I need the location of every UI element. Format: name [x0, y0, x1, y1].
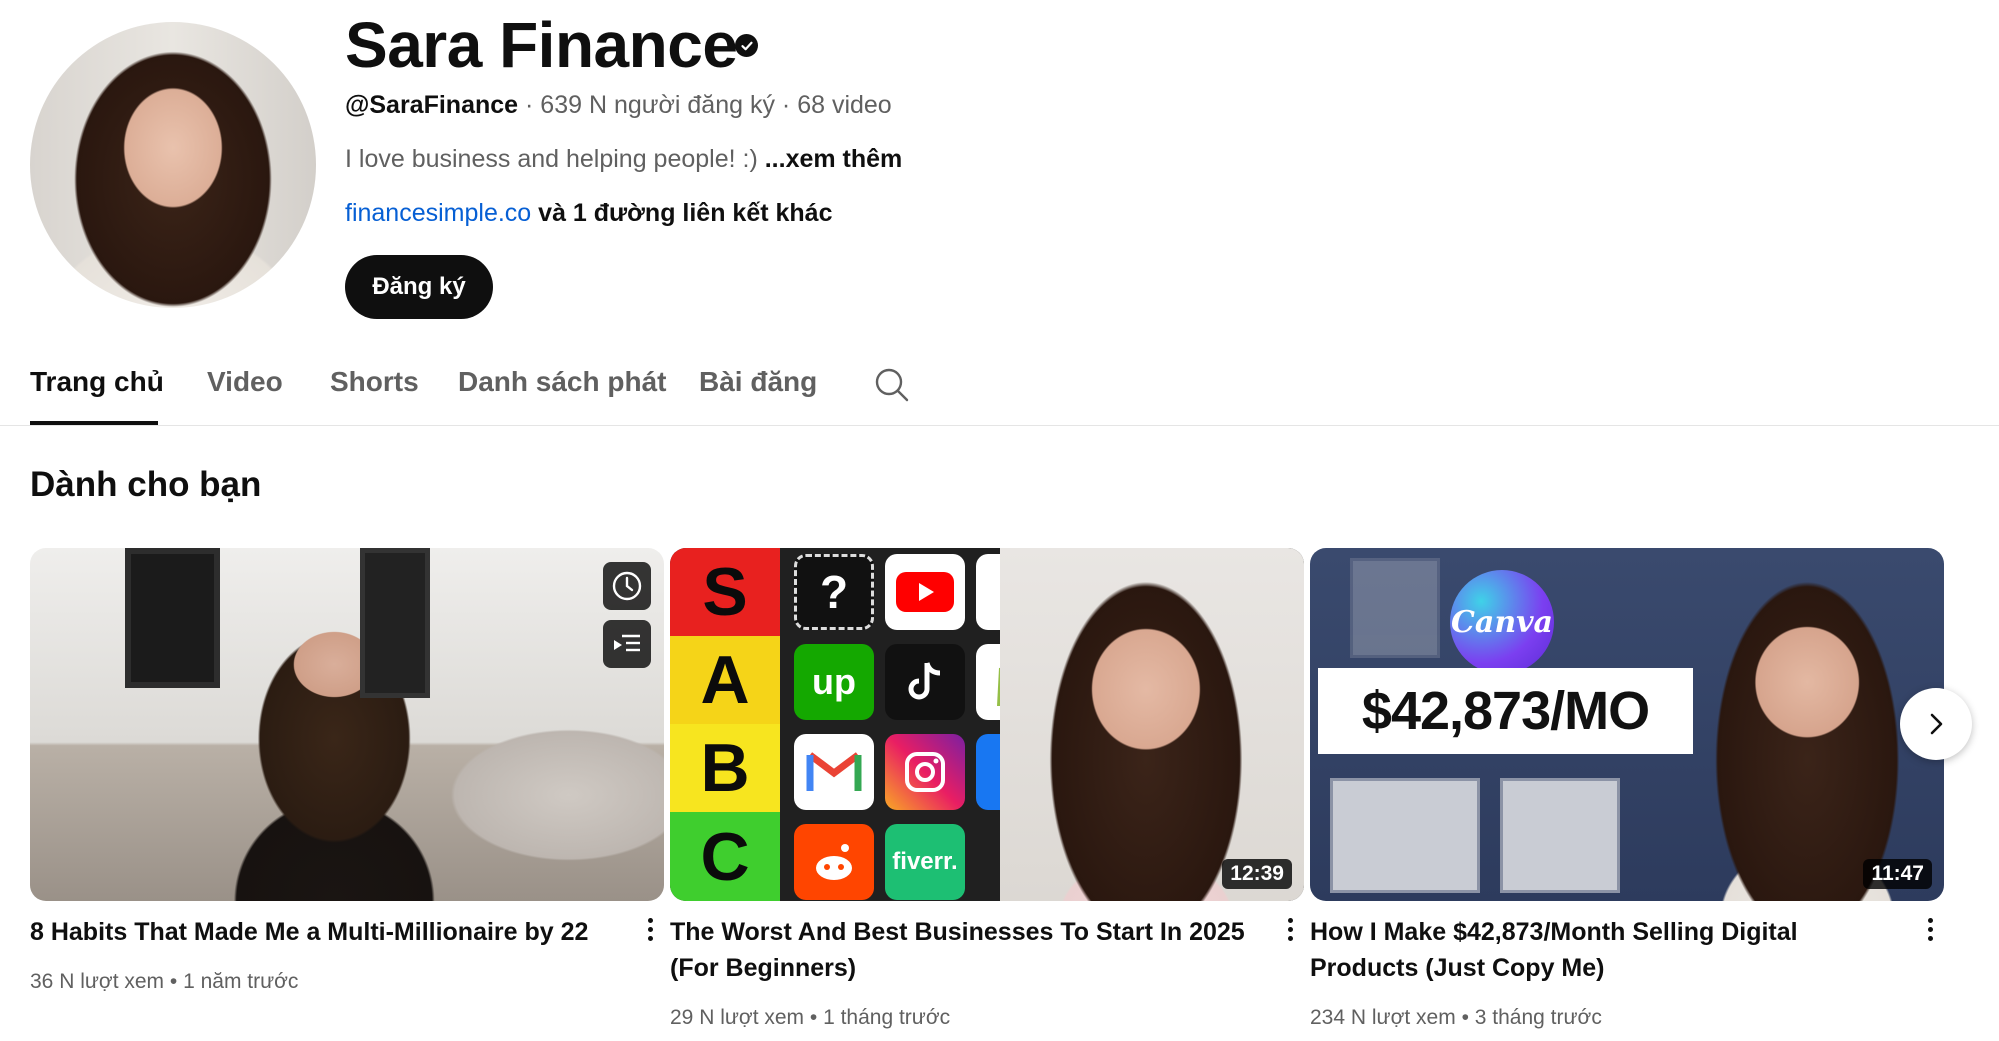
channel-meta: @SaraFinance · 639 N người đăng ký · 68 … — [345, 91, 892, 120]
active-tab-indicator — [30, 421, 158, 425]
meta-separator: • — [809, 1006, 818, 1029]
video-duration: 11:47 — [1863, 859, 1932, 889]
section-title: Dành cho bạn — [30, 465, 262, 504]
clock-icon[interactable] — [603, 562, 651, 610]
tier-label: S — [670, 548, 780, 636]
upwork-tile: up — [794, 644, 874, 720]
tab-home[interactable]: Trang chủ — [30, 366, 164, 398]
video-card[interactable]: Canva $42,873/MO 11:47 How I Make $42,87… — [1310, 548, 1944, 1029]
meta-separator: · — [781, 91, 791, 119]
upload-age: 1 tháng trước — [823, 1006, 951, 1029]
channel-description[interactable]: I love business and helping people! :) .… — [345, 145, 902, 174]
planner-graphic — [1330, 778, 1480, 893]
question-tile: ? — [794, 554, 874, 630]
search-icon[interactable] — [872, 365, 912, 405]
tab-shorts[interactable]: Shorts — [330, 366, 419, 398]
tiktok-logo-icon — [885, 644, 965, 720]
video-count: 68 video — [797, 91, 892, 119]
video-thumbnail[interactable] — [30, 548, 664, 901]
channel-links: financesimple.co và 1 đường liên kết khá… — [345, 199, 832, 228]
video-card[interactable]: 8 Habits That Made Me a Multi-Millionair… — [30, 548, 664, 993]
upload-age: 1 năm trước — [183, 970, 299, 993]
chevron-right-icon[interactable] — [1900, 688, 1972, 760]
channel-handle: @SaraFinance — [345, 91, 519, 119]
view-count: 36 N lượt xem — [30, 970, 165, 993]
youtube-logo-icon — [885, 554, 965, 630]
video-card[interactable]: S A B C ? a up S f fiverr. 12:39 — [670, 548, 1304, 1029]
video-title[interactable]: The Worst And Best Businesses To Start I… — [670, 914, 1255, 986]
channel-title: Sara Finance — [345, 9, 738, 81]
meta-separator: · — [525, 91, 534, 119]
thumbnail-scene — [125, 548, 220, 688]
fiverr-tile: fiverr. — [885, 824, 965, 900]
video-thumbnail[interactable]: Canva $42,873/MO 11:47 — [1310, 548, 1944, 901]
thumbnail-person — [1000, 548, 1304, 901]
verified-check-icon — [735, 34, 758, 57]
more-links-button[interactable]: và 1 đường liên kết khác — [538, 199, 832, 227]
thumbnail-headline: $42,873/MO — [1318, 668, 1693, 754]
tier-label: A — [670, 636, 780, 724]
video-meta: 36 N lượt xem • 1 năm trước — [30, 970, 298, 994]
video-meta: 29 N lượt xem • 1 tháng trước — [670, 1006, 950, 1030]
planner-graphic — [1500, 778, 1620, 893]
thumbnail-scene — [360, 548, 430, 698]
tab-playlists[interactable]: Danh sách phát — [458, 366, 666, 398]
video-title[interactable]: 8 Habits That Made Me a Multi-Millionair… — [30, 914, 615, 950]
video-thumbnail[interactable]: S A B C ? a up S f fiverr. 12:39 — [670, 548, 1304, 901]
meta-separator: • — [1461, 1006, 1469, 1029]
planner-graphic — [1350, 558, 1440, 658]
canva-logo: Canva — [1450, 570, 1554, 674]
kebab-menu-icon[interactable] — [1280, 914, 1300, 948]
video-duration: 12:39 — [1222, 859, 1292, 889]
tier-label: B — [670, 724, 780, 812]
video-title[interactable]: How I Make $42,873/Month Selling Digital… — [1310, 914, 1895, 986]
gmail-logo-icon — [794, 734, 874, 810]
channel-tabs: Trang chủ Video Shorts Danh sách phát Bà… — [0, 358, 1999, 426]
meta-separator: • — [169, 970, 178, 993]
subscriber-count: 639 N người đăng ký — [540, 91, 775, 119]
channel-avatar[interactable] — [30, 22, 316, 308]
thumbnail-person — [1640, 548, 1944, 901]
tab-posts[interactable]: Bài đăng — [699, 366, 817, 398]
upload-age: 3 tháng trước — [1474, 1006, 1602, 1029]
kebab-menu-icon[interactable] — [1920, 914, 1940, 948]
view-count: 234 N lượt xem — [1310, 1006, 1456, 1029]
view-count: 29 N lượt xem — [670, 1006, 805, 1029]
queue-icon[interactable] — [603, 620, 651, 668]
subscribe-button[interactable]: Đăng ký — [345, 255, 493, 319]
tier-label: C — [670, 812, 780, 901]
instagram-logo-icon — [885, 734, 965, 810]
video-meta: 234 N lượt xem • 3 tháng trước — [1310, 1006, 1602, 1030]
reddit-logo-icon — [794, 824, 874, 900]
see-more-link[interactable]: ...xem thêm — [765, 145, 903, 173]
tab-videos[interactable]: Video — [207, 366, 283, 398]
kebab-menu-icon[interactable] — [640, 914, 660, 948]
channel-website-link[interactable]: financesimple.co — [345, 199, 531, 227]
description-text: I love business and helping people! :) — [345, 145, 758, 173]
